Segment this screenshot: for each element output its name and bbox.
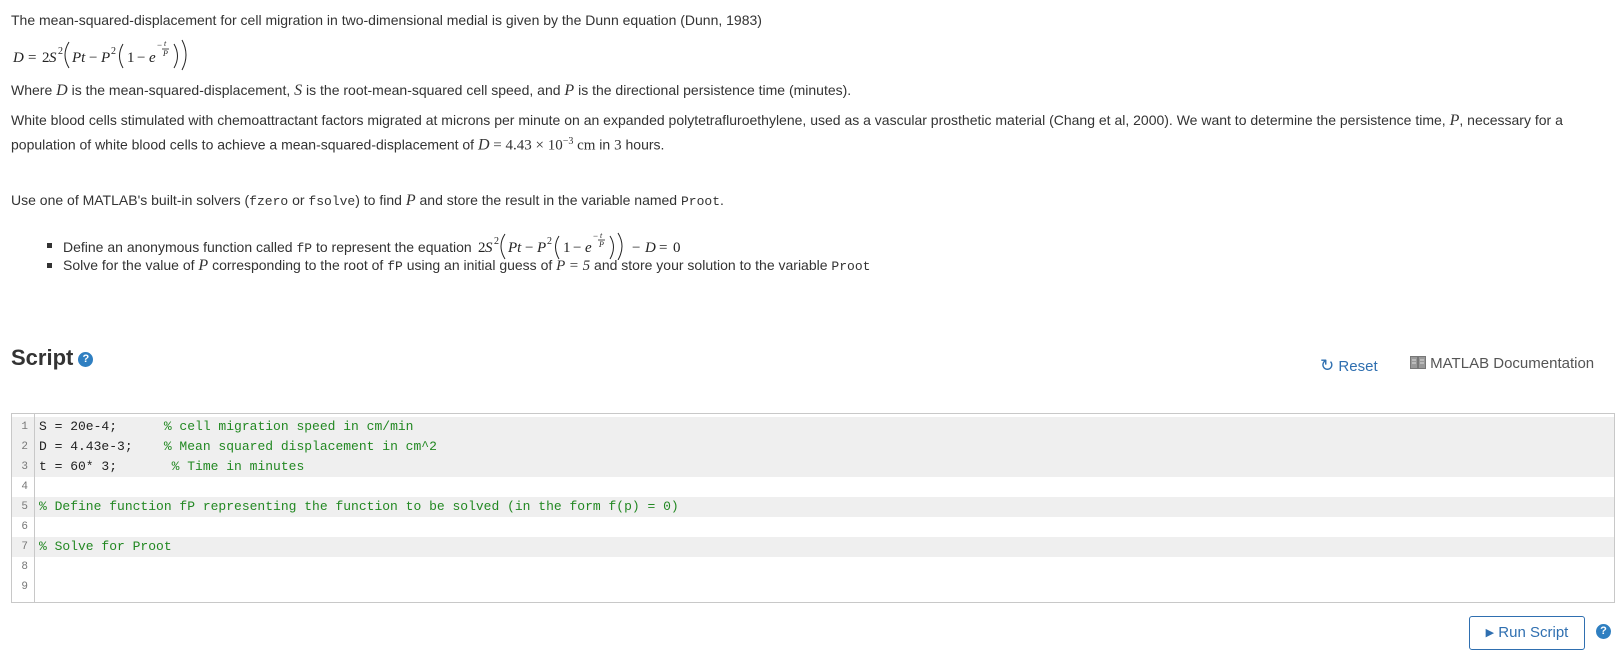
line-number-gutter [12, 414, 35, 602]
svg-text:2: 2 [547, 236, 552, 247]
svg-text:−: − [89, 50, 97, 66]
svg-text:−: − [632, 240, 640, 256]
reset-label: Reset [1338, 358, 1378, 375]
script-heading: Script? [11, 345, 94, 371]
svg-text:−: − [137, 50, 145, 66]
svg-text:2: 2 [111, 46, 116, 57]
svg-text:0: 0 [673, 240, 681, 256]
code-line[interactable]: 5% Define function fP representing the f… [12, 497, 1614, 517]
svg-text:Pt: Pt [71, 50, 86, 66]
dunn-equation: D = 2 S 2 Pt − P 2 1 − e − t P [12, 39, 187, 71]
svg-text:S: S [49, 50, 57, 66]
svg-text:1: 1 [127, 50, 135, 66]
code-line[interactable]: 3t = 60* 3; % Time in minutes [12, 457, 1614, 477]
bullet-2: Solve for the value of P corresponding t… [63, 257, 871, 274]
svg-text:t: t [600, 232, 603, 240]
svg-text:Pt: Pt [507, 240, 522, 256]
code-line[interactable]: 9 [12, 577, 1614, 597]
bullet-2-marker [47, 263, 52, 268]
svg-text:−: − [157, 40, 162, 50]
where-text: Where D is the mean-squared-displacement… [11, 82, 852, 99]
svg-text:P: P [598, 240, 604, 249]
svg-text:e: e [585, 240, 592, 256]
code-line[interactable]: 8 [12, 557, 1614, 577]
svg-text:P: P [100, 50, 110, 66]
matlab-documentation-link[interactable]: MATLAB Documentation [1410, 355, 1594, 372]
code-line[interactable]: 6 [12, 517, 1614, 537]
svg-text:2: 2 [58, 46, 63, 57]
reset-button[interactable]: ↻ Reset [1320, 356, 1378, 376]
svg-text:−: − [525, 240, 533, 256]
svg-text:P: P [162, 49, 168, 58]
problem-line-1: White blood cells stimulated with chemoa… [11, 112, 1563, 129]
play-icon: ▶ [1485, 627, 1495, 639]
code-line[interactable]: 2D = 4.43e-3; % Mean squared displacemen… [12, 437, 1614, 457]
matlab-documentation-label: MATLAB Documentation [1430, 355, 1595, 372]
code-line[interactable]: 7% Solve for Proot [12, 537, 1614, 557]
code-line[interactable]: 4 [12, 477, 1614, 497]
svg-text:S: S [485, 240, 493, 256]
run-help-icon[interactable]: ? [1596, 624, 1611, 639]
svg-text:D: D [644, 240, 656, 256]
code-line[interactable]: 1S = 20e-4; % cell migration speed in cm… [12, 417, 1614, 437]
code-editor[interactable]: 1S = 20e-4; % cell migration speed in cm… [11, 413, 1615, 603]
svg-text:1: 1 [563, 240, 571, 256]
svg-text:−: − [593, 232, 598, 241]
book-icon [1410, 356, 1426, 369]
svg-text:=: = [28, 50, 36, 66]
svg-text:D: D [12, 50, 24, 66]
svg-text:−: − [573, 240, 581, 256]
script-help-icon[interactable]: ? [78, 352, 94, 367]
intro-text: The mean-squared-displacement for cell m… [11, 12, 762, 28]
svg-text:e: e [149, 50, 156, 66]
run-script-button[interactable]: ▶ Run Script [1469, 616, 1585, 650]
svg-text:t: t [164, 39, 167, 48]
bullet-1-marker [47, 243, 52, 248]
problem-line-2: population of white blood cells to achie… [11, 136, 665, 154]
svg-text:P: P [536, 240, 546, 256]
instructions-text: Use one of MATLAB's built-in solvers (fz… [11, 192, 724, 209]
run-script-label: Run Script [1498, 624, 1569, 641]
reset-icon: ↻ [1320, 356, 1335, 375]
svg-text:2: 2 [494, 236, 499, 247]
svg-text:=: = [659, 240, 667, 256]
